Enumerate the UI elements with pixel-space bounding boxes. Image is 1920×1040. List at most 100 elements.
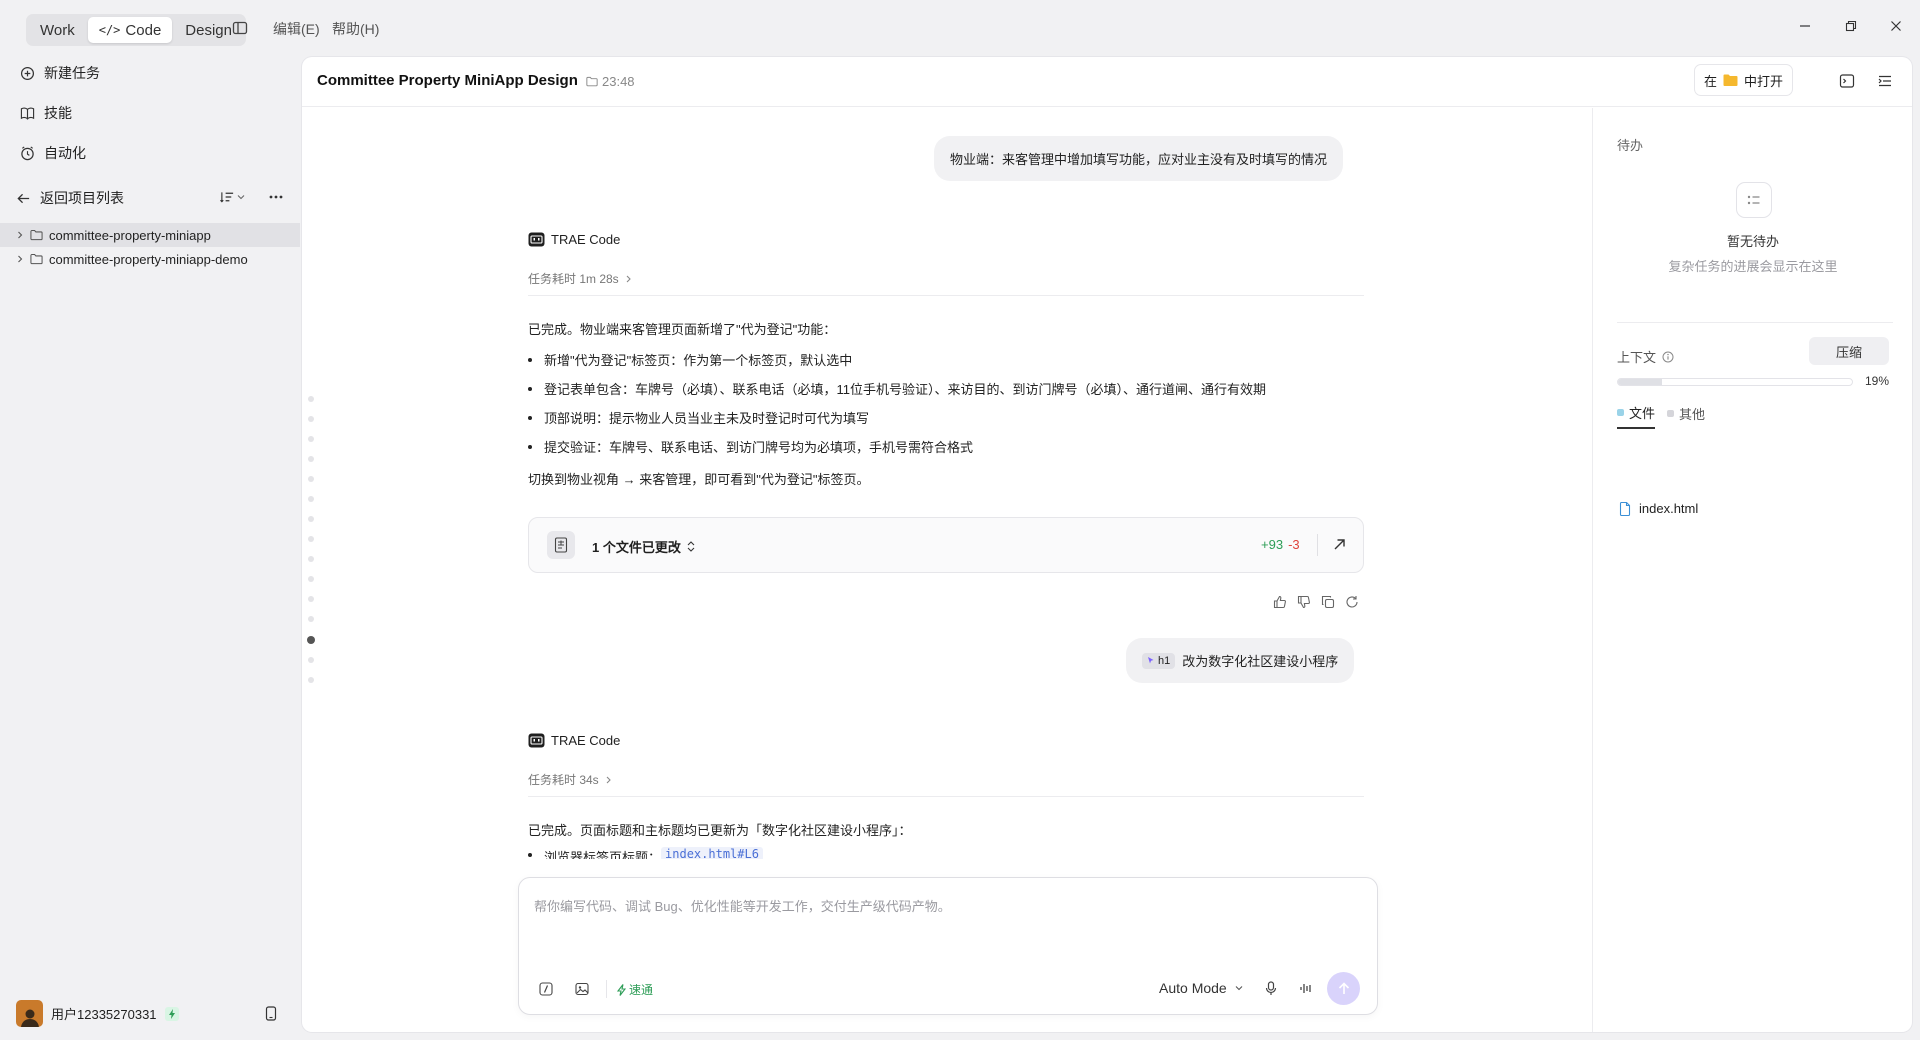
send-button[interactable] bbox=[1327, 972, 1360, 1005]
reply-intro: 已完成。物业端来客管理页面新增了"代为登记"功能： bbox=[528, 322, 837, 337]
timeline-dot[interactable] bbox=[308, 496, 314, 502]
sidebar-item-skills[interactable]: 技能 bbox=[20, 103, 72, 123]
timeline-dot-active[interactable] bbox=[307, 636, 315, 644]
minimize-icon[interactable] bbox=[1788, 14, 1822, 38]
agent-label: TRAE Code bbox=[528, 232, 620, 247]
timeline-dot[interactable] bbox=[308, 677, 314, 683]
bolt-icon bbox=[617, 983, 626, 996]
timeline-dot[interactable] bbox=[308, 436, 314, 442]
task-duration[interactable]: 任务耗时 1m 28s bbox=[528, 270, 632, 287]
image-upload-icon[interactable] bbox=[575, 982, 589, 996]
folder-icon bbox=[30, 229, 43, 241]
main-panel: Committee Property MiniApp Design 23:48 … bbox=[302, 57, 1912, 1032]
folder-yellow-icon bbox=[1723, 74, 1738, 86]
files-changed-card[interactable]: 1 个文件已更改 +93 -3 bbox=[528, 517, 1364, 573]
task-duration[interactable]: 任务耗时 34s bbox=[528, 771, 612, 788]
chevron-down-icon bbox=[1235, 984, 1243, 992]
chevron-down-icon bbox=[237, 193, 245, 201]
timeline-dot[interactable] bbox=[308, 396, 314, 402]
folder-icon bbox=[30, 253, 43, 265]
list-item: 顶部说明：提示物业人员当业主未及时登记时可代为填写 bbox=[528, 408, 869, 427]
prompt-input[interactable]: 帮你编写代码、调试 Bug、优化性能等开发工作，交付生产级代码产物。 bbox=[534, 896, 951, 915]
file-icon bbox=[1619, 501, 1631, 516]
session-time: 23:48 bbox=[586, 74, 635, 89]
info-icon[interactable] bbox=[1662, 351, 1674, 363]
todo-list-icon bbox=[1736, 182, 1772, 218]
expand-toggle-icon[interactable] bbox=[687, 541, 695, 552]
timeline-dot[interactable] bbox=[308, 456, 314, 462]
timeline-dot[interactable] bbox=[308, 536, 314, 542]
context-title: 上下文 bbox=[1617, 347, 1674, 366]
agent-icon bbox=[528, 232, 545, 247]
chevron-right-icon bbox=[625, 275, 632, 283]
mode-code-button[interactable]: </> Code bbox=[87, 17, 173, 43]
agent-icon bbox=[528, 733, 545, 748]
speed-mode-button[interactable]: 速通 bbox=[617, 981, 653, 998]
divider bbox=[528, 796, 1364, 797]
timeline-dot[interactable] bbox=[308, 616, 314, 622]
timeline-dot[interactable] bbox=[308, 596, 314, 602]
arrow-left-icon bbox=[16, 191, 31, 206]
timeline-dot[interactable] bbox=[308, 657, 314, 663]
arrow-up-icon bbox=[1338, 982, 1350, 995]
close-icon[interactable] bbox=[1879, 14, 1913, 38]
timeline-dot[interactable] bbox=[308, 416, 314, 422]
mode-select[interactable]: Auto Mode bbox=[1159, 980, 1243, 996]
lines-removed: -3 bbox=[1288, 537, 1300, 552]
context-progress-bar bbox=[1617, 378, 1853, 386]
thumbs-up-icon[interactable] bbox=[1273, 595, 1287, 609]
sort-button[interactable] bbox=[220, 190, 245, 204]
reply-outro: 切换到物业视角 → 来客管理，即可看到"代为登记"标签页。 bbox=[528, 472, 870, 487]
list-item: 登记表单包含：车牌号（必填）、联系电话（必填，11位手机号验证）、来访目的、到访… bbox=[528, 379, 1266, 398]
project-item[interactable]: committee-property-miniapp bbox=[0, 223, 300, 247]
terminal-icon[interactable] bbox=[1839, 73, 1855, 89]
microphone-icon[interactable] bbox=[1265, 981, 1277, 996]
timeline-dot[interactable] bbox=[308, 516, 314, 522]
open-external-icon[interactable] bbox=[1333, 538, 1346, 551]
code-icon: </> bbox=[98, 23, 121, 37]
context-progress-fill bbox=[1618, 379, 1663, 385]
sidebar-toggle-icon[interactable] bbox=[232, 20, 248, 36]
chevron-right-icon bbox=[605, 776, 612, 784]
refresh-icon[interactable] bbox=[1345, 595, 1359, 609]
menu-help[interactable]: 帮助(H) bbox=[332, 19, 379, 39]
user-profile[interactable]: 用户12335270331 bbox=[16, 1000, 179, 1027]
menu-edit[interactable]: 编辑(E) bbox=[273, 19, 320, 39]
tab-files[interactable]: 文件 bbox=[1617, 403, 1656, 429]
voice-wave-icon[interactable] bbox=[1299, 982, 1313, 995]
restore-icon[interactable] bbox=[1834, 14, 1868, 38]
device-icon[interactable] bbox=[265, 1006, 277, 1021]
timeline-dot[interactable] bbox=[308, 576, 314, 582]
sidebar-item-automation[interactable]: 自动化 bbox=[20, 143, 86, 163]
sidebar-item-new-task[interactable]: 新建任务 bbox=[20, 63, 100, 83]
thumbs-down-icon[interactable] bbox=[1297, 595, 1311, 609]
compress-button[interactable]: 压缩 bbox=[1809, 337, 1889, 365]
context-percent: 19% bbox=[1865, 374, 1890, 388]
open-in-button[interactable]: 在 中打开 bbox=[1694, 64, 1794, 96]
slash-command-icon[interactable] bbox=[539, 982, 553, 996]
chevron-right-icon bbox=[16, 231, 24, 239]
user-message: h1 改为数字化社区建设小程序 bbox=[1126, 638, 1355, 683]
more-options-icon[interactable] bbox=[268, 190, 284, 204]
chevron-right-icon bbox=[16, 255, 24, 263]
back-to-projects-link[interactable]: 返回项目列表 bbox=[16, 188, 124, 208]
cursor-icon bbox=[1147, 656, 1155, 665]
divider bbox=[528, 295, 1364, 296]
composer: 帮你编写代码、调试 Bug、优化性能等开发工作，交付生产级代码产物。 速通 Au… bbox=[518, 877, 1378, 1015]
list-item: 新增"代为登记"标签页：作为第一个标签页，默认选中 bbox=[528, 350, 852, 369]
files-swatch bbox=[1617, 409, 1624, 416]
panel-menu-icon[interactable] bbox=[1877, 73, 1893, 89]
mode-work-button[interactable]: Work bbox=[29, 17, 86, 43]
file-item[interactable]: index.html bbox=[1619, 501, 1698, 516]
chat-header: Committee Property MiniApp Design 23:48 … bbox=[302, 57, 1912, 107]
tab-other[interactable]: 其他 bbox=[1667, 403, 1705, 429]
agent-label: TRAE Code bbox=[528, 733, 620, 748]
file-diff-icon bbox=[547, 531, 575, 559]
copy-icon[interactable] bbox=[1321, 595, 1335, 609]
todo-hint: 复杂任务的进展会显示在这里 bbox=[1668, 259, 1838, 274]
project-item[interactable]: committee-property-miniapp-demo bbox=[0, 247, 300, 271]
timeline-dot[interactable] bbox=[308, 476, 314, 482]
code-link[interactable]: index.html#L6 bbox=[661, 847, 763, 859]
timeline-dot[interactable] bbox=[308, 556, 314, 562]
mode-switcher: Work </> Code Design bbox=[26, 14, 246, 46]
